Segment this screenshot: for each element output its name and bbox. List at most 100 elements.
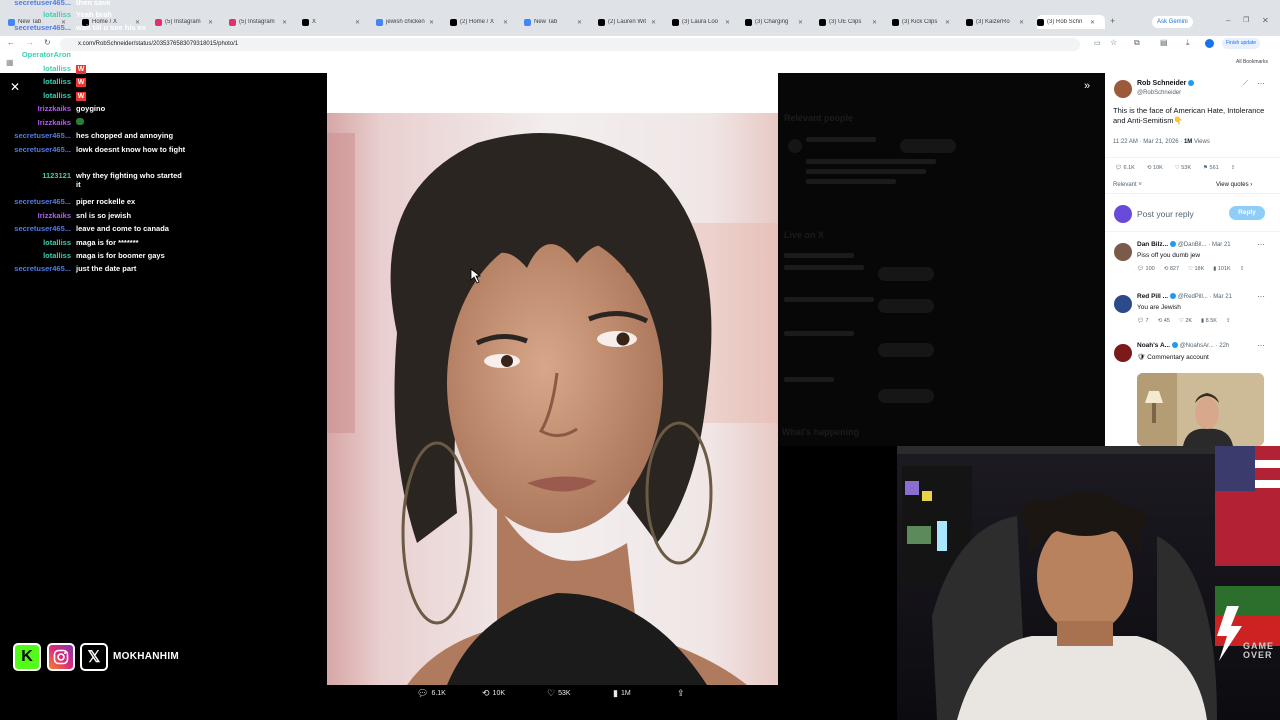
- more-options-icon[interactable]: ⋯: [1257, 79, 1265, 88]
- chat-text: world is so fucked: [76, 50, 142, 59]
- like-metric[interactable]: ♡ 53K: [1175, 165, 1191, 171]
- share-icon[interactable]: ⇪: [1226, 318, 1231, 324]
- reply-avatar[interactable]: [1114, 295, 1132, 313]
- tab-close-icon[interactable]: ✕: [503, 19, 508, 26]
- tab-close-icon[interactable]: ✕: [872, 19, 877, 26]
- reply-media-thumbnail[interactable]: [1137, 373, 1264, 446]
- tab-close-icon[interactable]: ✕: [429, 19, 434, 26]
- browser-tab[interactable]: (5) Instagram ✕: [229, 15, 297, 29]
- tab-close-icon[interactable]: ✕: [651, 19, 656, 26]
- tab-close-icon[interactable]: ✕: [1090, 19, 1095, 26]
- reply-avatar[interactable]: [1114, 344, 1132, 362]
- share-metric-icon[interactable]: ⇪: [1231, 165, 1236, 171]
- reply-count[interactable]: 💬︎ 7: [1137, 318, 1149, 324]
- reply-more-icon[interactable]: ⋯: [1257, 292, 1265, 301]
- tab-close-icon[interactable]: ✕: [577, 19, 582, 26]
- chat-username: secretuser465...: [14, 197, 71, 206]
- sort-relevant-dropdown[interactable]: Relevant ˅: [1113, 182, 1142, 188]
- browser-tab[interactable]: (2) Lauren Wit ✕: [598, 15, 666, 29]
- repost-count[interactable]: ⟲ 827: [1164, 266, 1179, 272]
- reply-metric[interactable]: 💬︎ 6.1K: [1115, 165, 1135, 171]
- reply-avatar[interactable]: [1114, 243, 1132, 261]
- like-count[interactable]: ♡ 2K: [1179, 318, 1192, 324]
- reply-author[interactable]: Red Pill ...: [1137, 293, 1168, 300]
- browser-tab[interactable]: (3) UE Clips ✕: [819, 15, 887, 29]
- browser-tab[interactable]: (2) Home / X ✕: [450, 15, 518, 29]
- reply-action[interactable]: 💬︎ 6.1K: [417, 688, 446, 699]
- chat-text: Yeah brah: [76, 10, 112, 19]
- tab-close-icon[interactable]: ✕: [355, 19, 360, 26]
- window-close-icon[interactable]: ✕: [1262, 16, 1269, 25]
- maximize-icon[interactable]: ❐: [1243, 16, 1249, 24]
- chat-text: lowk doesnt know how to fight: [76, 145, 186, 154]
- chat-username: secretuser465...: [14, 131, 71, 140]
- back-icon[interactable]: ←: [7, 38, 15, 47]
- reply-input[interactable]: Post your reply: [1137, 209, 1194, 219]
- apps-grid-icon[interactable]: ▦: [6, 58, 14, 67]
- download-icon[interactable]: ⤓: [1186, 38, 1190, 48]
- browser-tab[interactable]: (3) KaizerRo ✕: [966, 15, 1034, 29]
- repost-metric[interactable]: ⟲ 10K: [1147, 165, 1163, 171]
- reply-more-icon[interactable]: ⋯: [1257, 240, 1265, 249]
- reply-count[interactable]: 💬︎ 100: [1137, 266, 1155, 272]
- tab-favicon-icon: [598, 18, 605, 26]
- reply-more-icon[interactable]: ⋯: [1257, 341, 1265, 350]
- forward-icon[interactable]: →: [26, 38, 34, 47]
- browser-tab[interactable]: (3) Rob Schn ✕: [1037, 15, 1105, 29]
- views-count[interactable]: ▮ 101K: [1213, 266, 1230, 272]
- browser-tab[interactable]: (3) Laura Loo ✕: [672, 15, 740, 29]
- browser-tab[interactable]: jewish chicken ✕: [376, 15, 444, 29]
- extensions-icon[interactable]: ⧉: [1134, 38, 1140, 48]
- reply-submit-button[interactable]: Reply: [1229, 206, 1265, 220]
- expand-panel-icon[interactable]: »: [1084, 80, 1090, 92]
- grok-icon[interactable]: ⟋: [1243, 80, 1248, 88]
- tab-title: (2) Lauren Wit: [608, 19, 647, 25]
- tab-close-icon[interactable]: ✕: [282, 19, 287, 26]
- kick-logo-icon: K: [13, 643, 41, 671]
- url-field[interactable]: x.com/RobSchneider/status/20353765830793…: [60, 38, 1080, 51]
- views-count[interactable]: ▮ 8.5K: [1201, 318, 1217, 324]
- browser-tab[interactable]: X ✕: [302, 15, 370, 29]
- tab-close-icon[interactable]: ✕: [208, 19, 213, 26]
- share-icon[interactable]: ⇪: [1240, 266, 1245, 272]
- like-count[interactable]: ♡ 18K: [1188, 266, 1204, 272]
- bookmark-metric[interactable]: ⚑ 561: [1203, 165, 1219, 171]
- author-handle[interactable]: @RobSchneider: [1137, 90, 1181, 96]
- ghost-live-badge: [878, 343, 934, 357]
- tweet-text: This is the face of American Hate, Intol…: [1113, 106, 1265, 125]
- views-action[interactable]: ▮ 1M: [613, 688, 631, 699]
- profile-avatar[interactable]: [1205, 39, 1214, 48]
- like-action[interactable]: ♡ 53K: [547, 688, 571, 699]
- chat-username: Irizzkaiks: [37, 118, 71, 127]
- bookmark-star-icon[interactable]: ☆: [1110, 38, 1117, 47]
- browser-tab[interactable]: (3) Charging ✕: [745, 15, 813, 29]
- tab-close-icon[interactable]: ✕: [725, 19, 730, 26]
- repost-action[interactable]: ⟲ 10K: [482, 688, 505, 699]
- tab-close-icon[interactable]: ✕: [1019, 19, 1024, 26]
- reply-author[interactable]: Noah's A...: [1137, 342, 1170, 349]
- sidepanel-icon[interactable]: ▤: [1160, 38, 1168, 47]
- whats-happening-heading: What's happening: [782, 427, 860, 437]
- tab-close-icon[interactable]: ✕: [798, 19, 803, 26]
- tab-title: (3) UE Clips: [829, 19, 862, 25]
- reply-author[interactable]: Dan Bilz...: [1137, 241, 1168, 248]
- ghost-line: [806, 169, 926, 174]
- finish-update-button[interactable]: Finish update: [1222, 38, 1261, 49]
- author-name[interactable]: Rob Schneider: [1137, 80, 1195, 87]
- cast-icon[interactable]: ▭: [1094, 39, 1101, 47]
- author-avatar[interactable]: [1114, 80, 1132, 98]
- new-tab-icon[interactable]: +: [1110, 16, 1115, 26]
- tab-close-icon[interactable]: ✕: [945, 19, 950, 26]
- tweet-photo[interactable]: [327, 73, 778, 685]
- all-bookmarks[interactable]: All Bookmarks: [1236, 59, 1268, 65]
- share-action[interactable]: ⇪: [677, 688, 685, 699]
- close-viewer-icon[interactable]: ✕: [10, 80, 20, 94]
- ghost-live-badge: [878, 389, 934, 403]
- reload-icon[interactable]: ↻: [44, 38, 51, 47]
- minimize-icon[interactable]: –: [1226, 16, 1230, 25]
- browser-tab[interactable]: (3) Kick Clips ✕: [892, 15, 960, 29]
- repost-count[interactable]: ⟲ 45: [1158, 318, 1170, 324]
- browser-tab[interactable]: New Tab ✕: [524, 15, 592, 29]
- view-quotes-link[interactable]: View quotes ›: [1216, 182, 1252, 188]
- ask-gemini-button[interactable]: Ask Gemini: [1152, 16, 1193, 28]
